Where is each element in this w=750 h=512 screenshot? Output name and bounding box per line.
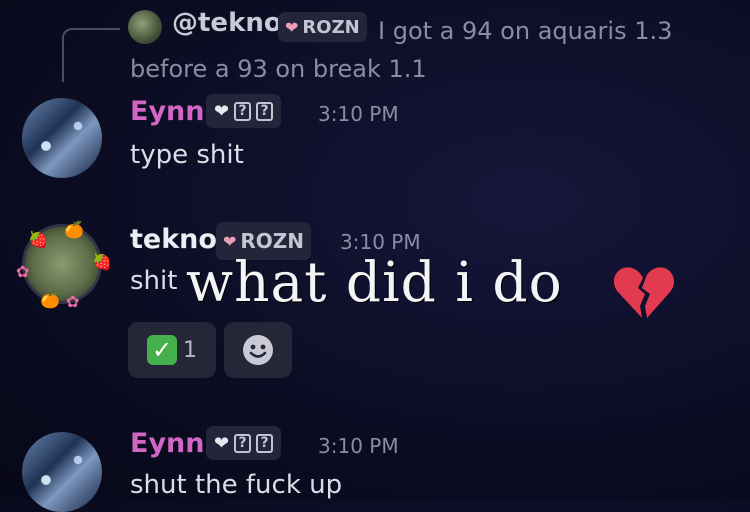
reaction-check[interactable]: ✓ 1 [128,322,216,378]
add-reaction-button[interactable] [224,322,292,378]
check-mark-icon: ✓ [147,335,177,365]
flower-icon: ✿ [66,292,80,311]
orange-icon: 🍊 [40,290,60,309]
reply-connector-line [62,28,120,82]
avatar[interactable] [22,98,102,178]
username[interactable]: Eynn [130,96,205,127]
broken-heart-icon [613,267,675,318]
badge-glyph-box: ? [256,433,274,453]
white-heart-icon: ❤ [214,100,230,122]
user-badge[interactable]: ❤ ? ? [206,426,282,460]
badge-glyph-box: ? [256,101,274,121]
reply-preview-text[interactable]: I got a 94 on aquaris 1.3 before a 93 on… [130,12,690,88]
add-reaction-icon [243,335,273,365]
message-text: type shit [130,140,244,170]
orange-icon: 🍊 [64,220,84,239]
username[interactable]: Eynn [130,428,205,459]
message-text: shut the fuck up [130,470,343,500]
avatar[interactable] [22,432,102,512]
badge-glyph-box: ? [234,433,252,453]
timestamp: 3:10 PM [318,434,399,458]
message-text: shit [130,266,178,296]
white-heart-icon: ❤ [214,432,230,454]
timestamp: 3:10 PM [318,102,399,126]
overlay-caption: what did i do [186,250,563,314]
strawberry-icon: 🍓 [28,230,48,249]
flower-icon: ✿ [16,262,30,281]
strawberry-icon: 🍓 [92,252,112,271]
badge-glyph-box: ? [234,101,252,121]
user-badge[interactable]: ❤ ? ? [206,94,282,128]
pink-heart-icon: ❤ [223,231,237,251]
reaction-count: 1 [183,337,197,363]
